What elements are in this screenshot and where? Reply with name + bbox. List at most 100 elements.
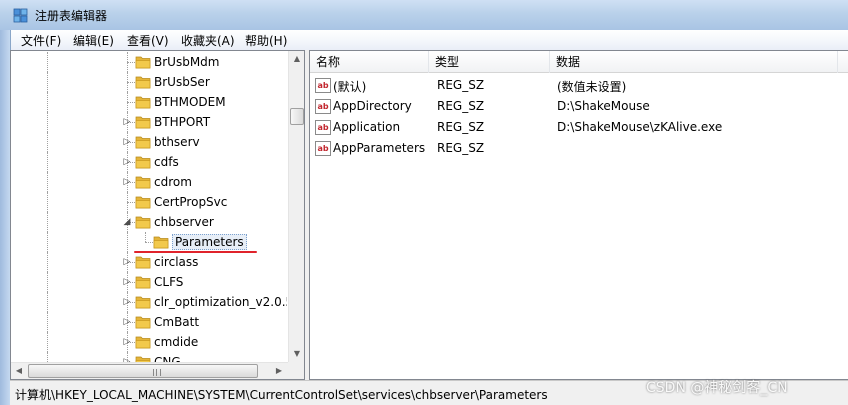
list-header: 名称 类型 数据 [310,51,848,73]
collapsed-arrow-icon[interactable]: ▷ [122,176,132,188]
menu-file[interactable]: 文件(F) [21,32,61,49]
folder-icon [135,256,151,269]
tree-item[interactable]: ▷ CmBatt [11,312,287,332]
tree-guide-line [145,232,146,242]
value-type: REG_SZ [437,99,485,113]
tree-item[interactable]: ▷ BTHPORT [11,112,287,132]
tree-item[interactable]: ◢ chbserver [11,212,287,232]
window-title: 注册表编辑器 [35,9,108,23]
tree-item-label: cdfs [154,155,179,169]
tree-guide-line [47,72,48,92]
menu-help[interactable]: 帮助(H) [245,32,287,49]
collapsed-arrow-icon[interactable]: ▷ [122,316,132,328]
tree-vertical-scroll-thumb[interactable] [290,108,304,125]
collapsed-arrow-icon[interactable]: ▷ [122,296,132,308]
value-row[interactable]: ab Application REG_SZ D:\ShakeMouse\zKAlive… [310,117,848,138]
tree-item[interactable]: ▷ clr_optimization_v2.0.50 [11,292,287,312]
registry-tree-pane[interactable]: BrUsbMdm BrUsbSer BTHMODEM ▷ BTHPORT ▷ bthserv… [10,50,305,380]
tree-horizontal-scrollbar[interactable]: ◀ ▶ [11,362,288,379]
string-value-icon: ab [315,78,331,93]
collapsed-arrow-icon[interactable]: ▷ [122,256,132,268]
scroll-up-icon[interactable]: ▲ [289,51,304,67]
folder-icon [135,216,151,229]
collapsed-arrow-icon[interactable]: ▷ [122,336,132,348]
tree-item[interactable]: ▷ bthserv [11,132,287,152]
annotation-underline [134,251,257,253]
collapsed-arrow-icon[interactable]: ▷ [122,156,132,168]
grip-icon [153,369,161,376]
tree-item[interactable]: ▷ cdfs [11,152,287,172]
tree-guide-line [47,352,48,362]
value-data: D:\ShakeMouse [557,99,650,113]
window-frame-left [0,30,10,405]
tree-item-label: cmdide [154,335,199,349]
tree-item[interactable]: ▷ CLFS [11,272,287,292]
column-header-type[interactable]: 类型 [429,51,550,73]
expanded-arrow-icon[interactable]: ◢ [122,216,132,228]
collapsed-arrow-icon[interactable]: ▷ [122,276,132,288]
tree-item-label: clr_optimization_v2.0.50 [154,295,287,309]
tree-guide-line [47,112,48,132]
tree-item[interactable]: BrUsbMdm [11,52,287,72]
tree-item[interactable]: BrUsbSer [11,72,287,92]
string-value-icon: ab [315,99,331,114]
folder-icon [135,136,151,149]
folder-icon [135,276,151,289]
tree-item[interactable]: ▷ circlass [11,252,287,272]
watermark: CSDN @神秘剑客_CN [646,380,788,396]
value-name: AppDirectory [333,99,412,113]
tree-guide-line [47,252,48,272]
folder-icon [135,296,151,309]
value-data: (数值未设置) [557,80,627,94]
tree-horizontal-scroll-thumb[interactable] [28,364,258,378]
scroll-down-icon[interactable]: ▼ [289,346,304,362]
scroll-left-icon[interactable]: ◀ [11,363,27,379]
tree-item-label: CertPropSvc [154,195,228,209]
tree-item-label: BrUsbSer [154,75,210,89]
tree-item-label: BrUsbMdm [154,55,220,69]
tree-item-label: BTHPORT [154,115,211,129]
tree-guide-line [47,92,48,112]
value-type: REG_SZ [437,141,485,155]
scroll-right-icon[interactable]: ▶ [271,363,287,379]
collapsed-arrow-icon[interactable]: ▷ [122,116,132,128]
folder-icon [135,116,151,129]
menu-bar: 文件(F) 编辑(E) 查看(V) 收藏夹(A) 帮助(H) [10,30,848,50]
tree-guide-line [47,232,48,252]
tree-item[interactable]: ▷ CNG [11,352,287,362]
title-bar: 注册表编辑器 [0,0,848,30]
tree-item-label: circlass [154,255,199,269]
values-list-pane[interactable]: 名称 类型 数据 ab (默认) REG_SZ (数值未设置) ab AppDirecto… [309,50,848,380]
folder-icon [135,356,151,362]
folder-icon [135,76,151,89]
tree-guide-line [47,312,48,332]
tree-guide-line [47,192,48,212]
value-row[interactable]: ab AppParameters REG_SZ [310,138,848,159]
value-row[interactable]: ab (默认) REG_SZ (数值未设置) [310,75,848,96]
collapsed-arrow-icon[interactable]: ▷ [122,136,132,148]
menu-favorites[interactable]: 收藏夹(A) [181,32,235,49]
scrollbar-corner [288,362,304,379]
tree-guide-line [127,62,135,63]
tree-item[interactable]: ▷ cmdide [11,332,287,352]
tree-item[interactable]: ▷ cdrom [11,172,287,192]
column-header-name[interactable]: 名称 [310,51,429,73]
column-header-data[interactable]: 数据 [550,51,838,73]
value-name: (默认) [333,80,367,94]
tree-vertical-scrollbar[interactable]: ▲ ▼ [288,51,304,362]
value-row[interactable]: ab AppDirectory REG_SZ D:\ShakeMouse [310,96,848,117]
tree-guide-line [47,52,48,72]
folder-icon [135,96,151,109]
tree-item-label: CLFS [154,275,184,289]
grip-icon-center [156,369,157,376]
folder-icon [135,56,151,69]
menu-view[interactable]: 查看(V) [127,32,169,49]
tree-guide-line [127,232,128,252]
tree-guide-line [127,102,135,103]
tree-item-selected[interactable]: Parameters [11,232,287,252]
tree-item[interactable]: CertPropSvc [11,192,287,212]
tree-item[interactable]: BTHMODEM [11,92,287,112]
value-type: REG_SZ [437,120,485,134]
menu-edit[interactable]: 编辑(E) [73,32,114,49]
tree-item-label: chbserver [154,215,214,229]
